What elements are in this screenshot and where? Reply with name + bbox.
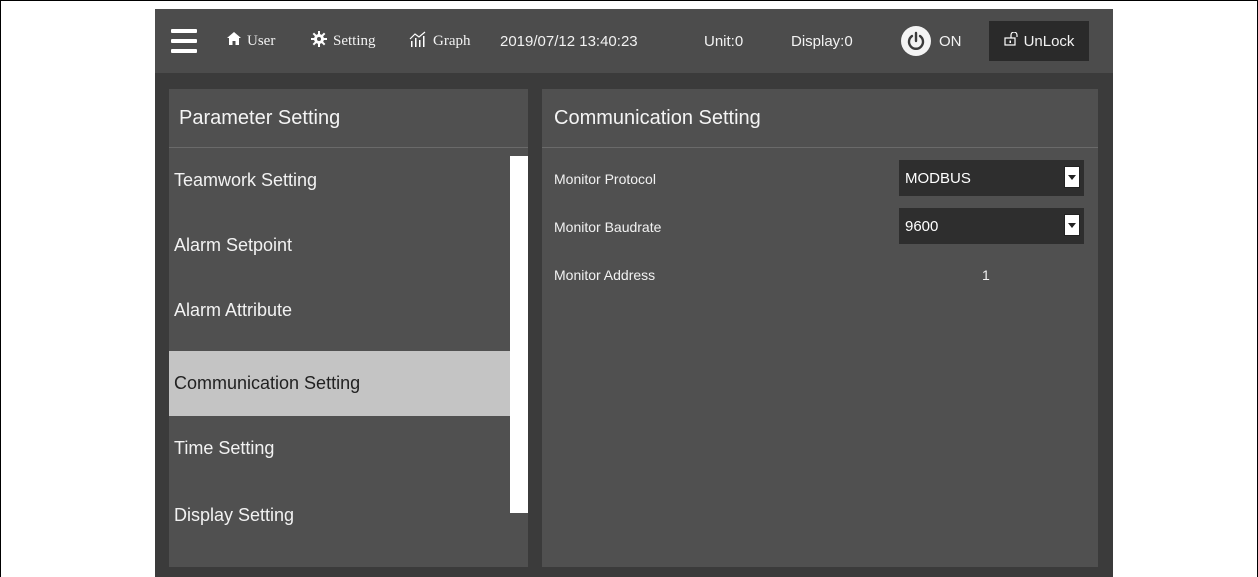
power-label: ON (939, 32, 962, 50)
monitor-baudrate-value: 9600 (905, 217, 939, 235)
unlock-button[interactable]: UnLock (989, 21, 1089, 61)
parameter-setting-panel: Parameter Setting Teamwork Setting Alarm… (169, 89, 528, 567)
user-nav[interactable]: User (227, 9, 275, 73)
setting-label: Setting (333, 32, 376, 49)
unlock-icon (1003, 31, 1018, 50)
communication-setting-panel: Communication Setting Monitor Protocol M… (542, 89, 1098, 567)
list-item-alarm-setpoint[interactable]: Alarm Setpoint (169, 213, 510, 278)
list-item-time-setting[interactable]: Time Setting (169, 416, 510, 481)
menu-icon[interactable] (171, 9, 199, 73)
power-icon (901, 26, 931, 56)
monitor-baudrate-select[interactable]: 9600 (899, 208, 1084, 244)
monitor-protocol-label: Monitor Protocol (554, 171, 656, 187)
list-item-display-setting[interactable]: Display Setting (169, 483, 510, 548)
chevron-down-icon (1064, 166, 1080, 188)
graph-label: Graph (433, 32, 471, 49)
list-item-teamwork-setting[interactable]: Teamwork Setting (169, 148, 510, 213)
graph-icon (409, 31, 427, 52)
monitor-protocol-value: MODBUS (905, 169, 971, 187)
device-screen: User Setting Graph 2019/07/12 13:40:23 U… (155, 9, 1113, 577)
unlock-label: UnLock (1023, 32, 1075, 50)
display-indicator: Display:0 (791, 32, 853, 50)
list-scrollbar[interactable] (510, 156, 528, 513)
frame-top-border (0, 0, 1258, 1)
user-label: User (247, 32, 276, 49)
unit-display: Unit:0 (704, 32, 744, 50)
list-item-alarm-attribute[interactable]: Alarm Attribute (169, 278, 510, 343)
monitor-baudrate-label: Monitor Baudrate (554, 219, 662, 235)
list-item-communication-setting[interactable]: Communication Setting (169, 351, 510, 416)
setting-nav[interactable]: Setting (311, 9, 376, 73)
graph-nav[interactable]: Graph (409, 9, 471, 73)
parameter-list: Teamwork Setting Alarm Setpoint Alarm At… (169, 148, 528, 567)
communication-setting-title: Communication Setting (542, 89, 1098, 148)
home-icon (227, 32, 241, 50)
chevron-down-icon (1064, 214, 1080, 236)
monitor-address-value[interactable]: 1 (982, 267, 990, 283)
power-toggle[interactable]: ON (901, 9, 962, 73)
monitor-protocol-select[interactable]: MODBUS (899, 160, 1084, 196)
gear-icon (311, 30, 327, 52)
top-bar: User Setting Graph 2019/07/12 13:40:23 U… (155, 9, 1113, 73)
monitor-address-label: Monitor Address (554, 267, 656, 283)
parameter-setting-title: Parameter Setting (169, 89, 528, 148)
frame-left-border (0, 0, 1, 577)
datetime-display: 2019/07/12 13:40:23 (500, 32, 638, 50)
